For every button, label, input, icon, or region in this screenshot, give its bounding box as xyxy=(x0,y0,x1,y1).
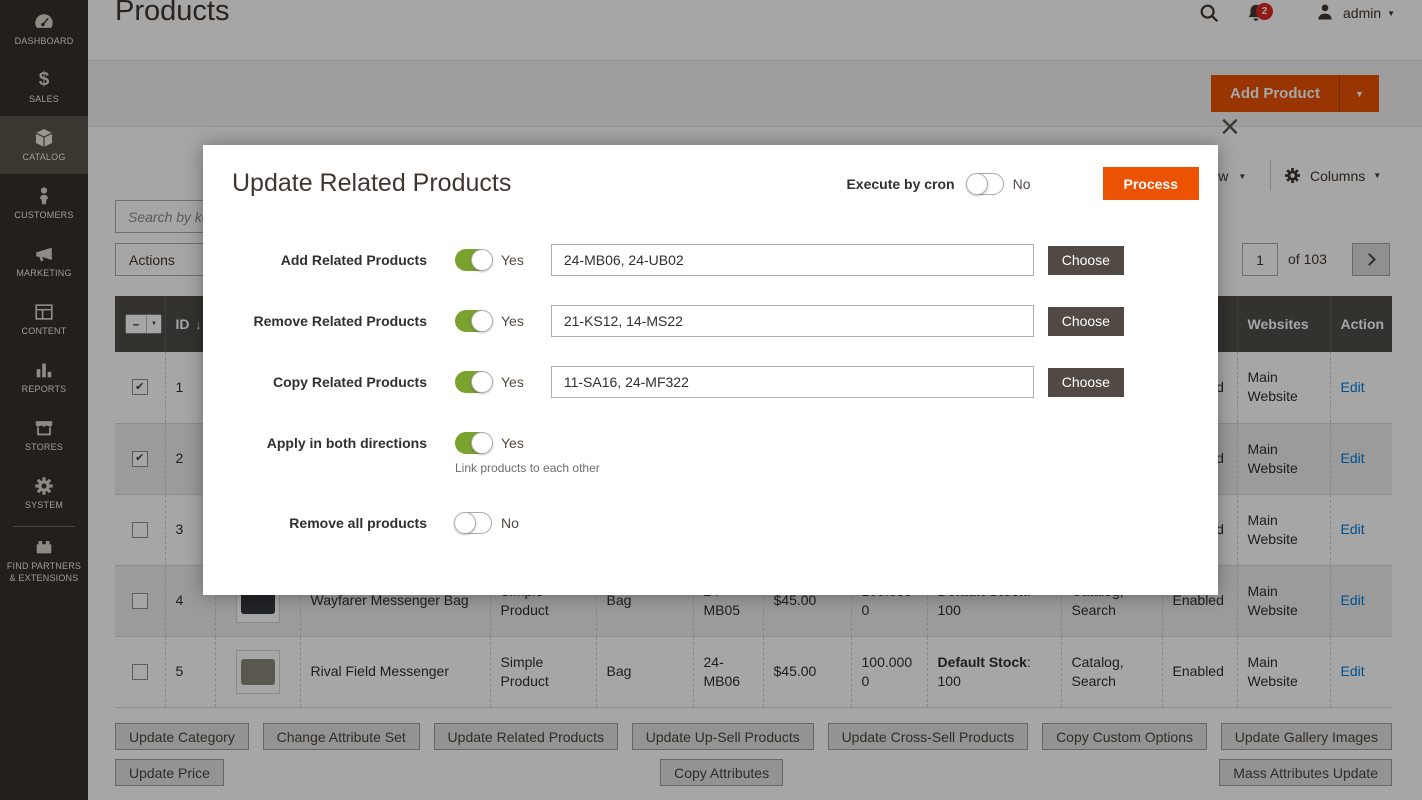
modal-row-label: Apply in both directions xyxy=(203,435,427,451)
copy-related-products-toggle[interactable] xyxy=(455,371,492,393)
toggle-state-label: No xyxy=(501,515,519,531)
content-icon xyxy=(33,301,55,323)
sidebar-item-find-partners-extensions[interactable]: FIND PARTNERS & EXTENSIONS xyxy=(0,531,88,589)
choose-button[interactable]: Choose xyxy=(1048,307,1124,336)
toggle-state-label: Yes xyxy=(501,252,524,268)
execute-by-cron-toggle[interactable] xyxy=(967,173,1004,195)
sidebar-item-label: FIND PARTNERS & EXTENSIONS xyxy=(4,561,84,584)
toggle-knob xyxy=(454,512,476,534)
sidebar-item-sales[interactable]: $ SALES xyxy=(0,58,88,116)
apply-in-both-directions-toggle[interactable] xyxy=(455,432,492,454)
modal-row-label: Remove Related Products xyxy=(203,313,427,329)
modal-row-label: Remove all products xyxy=(203,515,427,531)
modal-row-add-related-products: Add Related Products Yes Choose xyxy=(203,244,1218,276)
choose-button[interactable]: Choose xyxy=(1048,368,1124,397)
toggle-knob xyxy=(471,310,493,332)
modal-title: Update Related Products xyxy=(232,169,511,198)
sku-list-input[interactable] xyxy=(551,305,1034,337)
toggle-knob xyxy=(471,432,493,454)
modal-row-copy-related-products: Copy Related Products Yes Choose xyxy=(203,366,1218,398)
modal-header-controls: Execute by cron No Process xyxy=(846,167,1199,200)
sidebar-divider xyxy=(13,526,75,527)
sidebar-item-marketing[interactable]: MARKETING xyxy=(0,232,88,290)
toggle-knob xyxy=(471,371,493,393)
modal-row-apply-in-both-directions: Apply in both directions Yes xyxy=(203,427,1218,459)
execute-by-cron-state: No xyxy=(1013,176,1031,192)
system-icon xyxy=(33,475,55,497)
dashboard-icon xyxy=(33,11,55,33)
stores-icon xyxy=(33,417,55,439)
sidebar-item-label: DASHBOARD xyxy=(4,36,84,48)
modal-row-label: Add Related Products xyxy=(203,252,427,268)
toggle-state-label: Yes xyxy=(501,435,524,451)
toggle-state-label: Yes xyxy=(501,374,524,390)
modal-row-remove-all-products: Remove all products No xyxy=(203,507,1218,539)
sidebar-item-system[interactable]: SYSTEM xyxy=(0,464,88,522)
modal-row-label: Copy Related Products xyxy=(203,374,427,390)
choose-button[interactable]: Choose xyxy=(1048,246,1124,275)
remove-all-products-toggle[interactable] xyxy=(455,512,492,534)
sidebar-item-label: REPORTS xyxy=(4,384,84,396)
toggle-knob xyxy=(471,249,493,271)
add-related-products-toggle[interactable] xyxy=(455,249,492,271)
modal-row-remove-related-products: Remove Related Products Yes Choose xyxy=(203,305,1218,337)
toggle-state-label: Yes xyxy=(501,313,524,329)
toggle-knob xyxy=(966,173,988,195)
catalog-icon xyxy=(33,127,55,149)
execute-by-cron-label: Execute by cron xyxy=(846,176,954,192)
sidebar-item-label: SALES xyxy=(4,94,84,106)
marketing-icon xyxy=(33,243,55,265)
sales-icon: $ xyxy=(33,69,55,91)
sidebar-item-stores[interactable]: STORES xyxy=(0,406,88,464)
modal-close-icon[interactable]: × xyxy=(1220,110,1240,144)
sidebar-item-label: SYSTEM xyxy=(4,500,84,512)
sidebar-item-label: CONTENT xyxy=(4,326,84,338)
update-related-products-modal: Update Related Products Execute by cron … xyxy=(203,145,1218,595)
magento-admin-page: DASHBOARD $ SALES CATALOG CUSTOMERS MARKETING… xyxy=(0,0,1422,800)
sidebar-item-reports[interactable]: REPORTS xyxy=(0,348,88,406)
sku-list-input[interactable] xyxy=(551,244,1034,276)
sidebar-item-dashboard[interactable]: DASHBOARD xyxy=(0,0,88,58)
sidebar-item-content[interactable]: CONTENT xyxy=(0,290,88,348)
customers-icon xyxy=(33,185,55,207)
sku-list-input[interactable] xyxy=(551,366,1034,398)
modal-row-note: Link products to each other xyxy=(455,461,600,475)
process-button[interactable]: Process xyxy=(1103,167,1199,200)
sidebar-item-customers[interactable]: CUSTOMERS xyxy=(0,174,88,232)
reports-icon xyxy=(33,359,55,381)
sidebar-item-label: CATALOG xyxy=(4,152,84,164)
dollar-glyph: $ xyxy=(39,70,50,90)
sidebar: DASHBOARD $ SALES CATALOG CUSTOMERS MARKETING… xyxy=(0,0,88,800)
sidebar-item-catalog[interactable]: CATALOG xyxy=(0,116,88,174)
remove-related-products-toggle[interactable] xyxy=(455,310,492,332)
sidebar-item-label: CUSTOMERS xyxy=(4,210,84,222)
sidebar-item-label: MARKETING xyxy=(4,268,84,280)
sidebar-item-label: STORES xyxy=(4,442,84,454)
partners-icon xyxy=(33,536,55,558)
